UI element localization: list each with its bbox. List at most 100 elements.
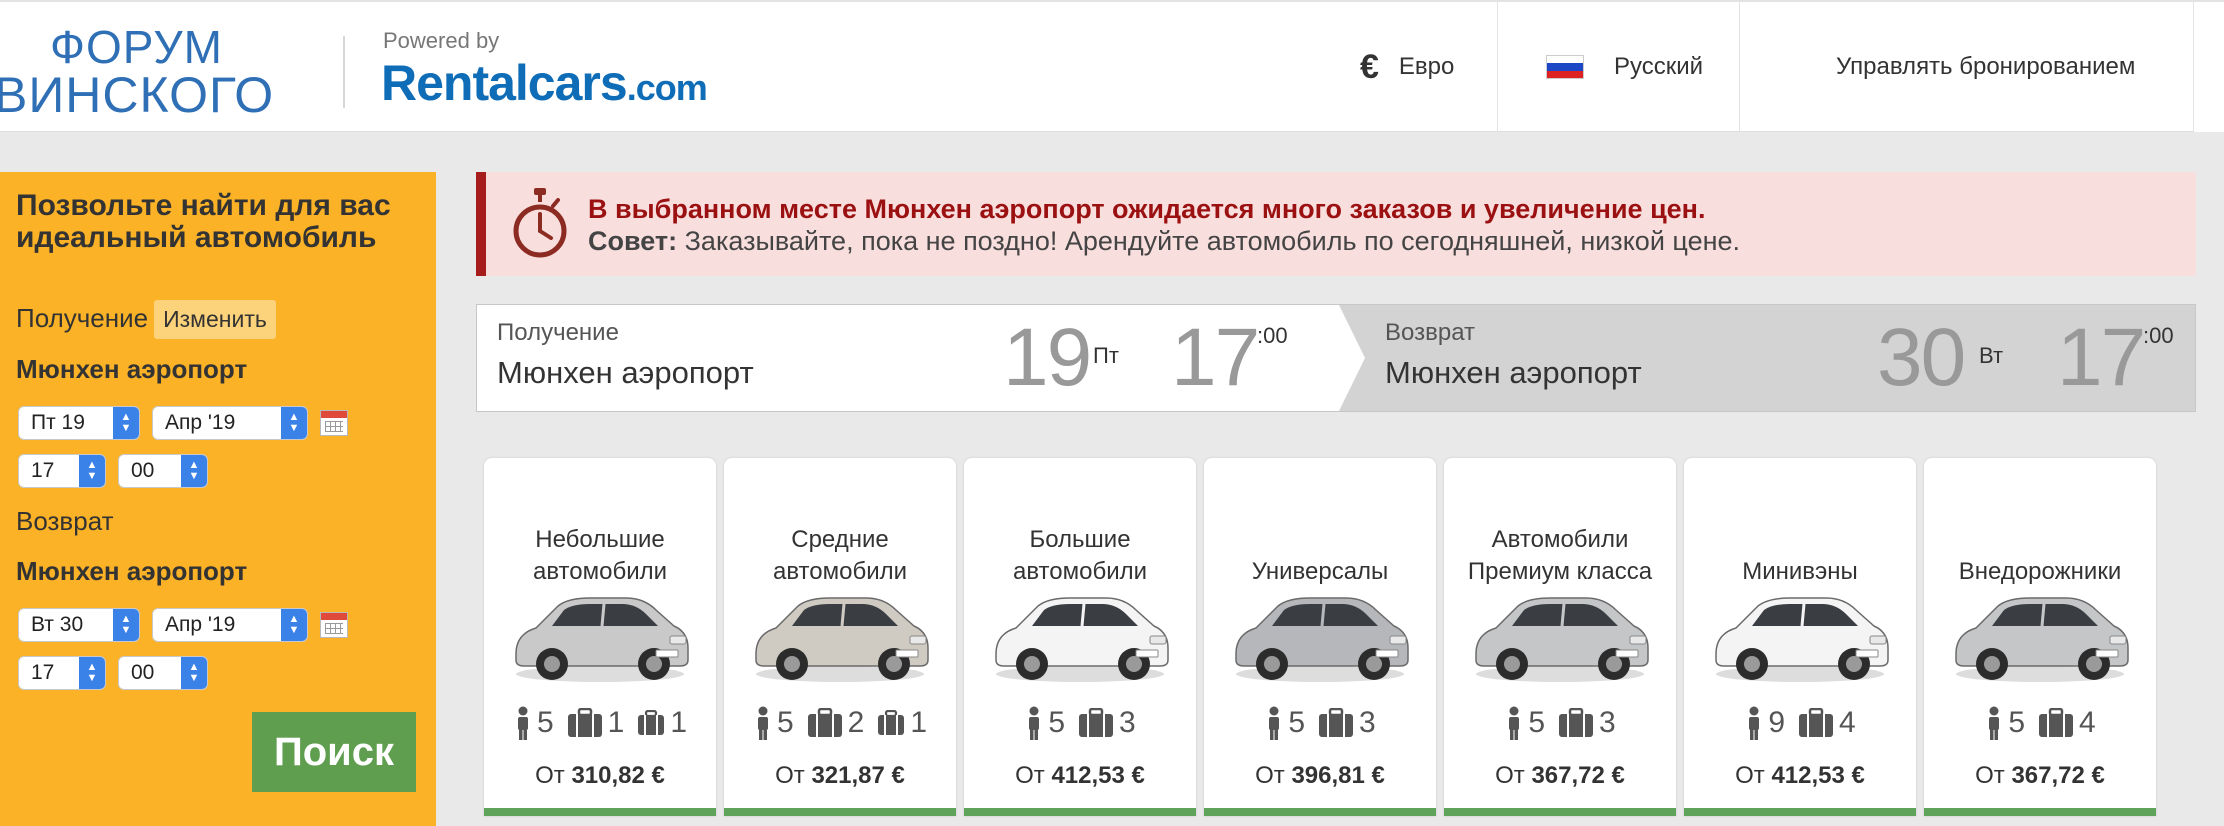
pickup-minute-select[interactable]: 00 ▲ ▼: [118, 454, 208, 488]
rentalcars-logo[interactable]: Rentalcars.com: [381, 54, 708, 112]
forum-logo-line2: ВИНСКОГО: [0, 67, 275, 123]
euro-icon: €: [1360, 47, 1379, 86]
forum-logo[interactable]: ФОРУМ ВИНСКОГО: [0, 24, 304, 120]
car-specs: 5 1 1: [484, 706, 716, 740]
seats-spec-value: 5: [1528, 706, 1545, 739]
large-bags-spec: 3: [1317, 706, 1376, 740]
pickup-summary-hour: 17: [1171, 312, 1260, 403]
header-edge: [2193, 2, 2224, 132]
pickup-hour-select[interactable]: 17 ▲ ▼: [18, 454, 106, 488]
car-category-name: Минивэны: [1742, 558, 1858, 585]
price-amount: 412,53 €: [1771, 762, 1865, 789]
return-summary-weekday: Вт: [1979, 343, 2004, 368]
pickup-summary-minutes: :00: [1257, 323, 1288, 348]
return-minute-select[interactable]: 00 ▲ ▼: [118, 656, 208, 690]
select-arrows-icon: ▲ ▼: [79, 455, 105, 487]
car-specs: 5 2 1: [724, 706, 956, 740]
car-image: [755, 597, 929, 682]
small-bags-spec-value: 1: [670, 706, 688, 739]
seats-spec: 9: [1744, 706, 1785, 740]
pickup-summary-day: 19: [1003, 312, 1092, 403]
return-label: Возврат: [16, 506, 114, 536]
car-specs: 54: [1924, 706, 2156, 740]
return-summary-place: Мюнхен аэропорт: [1385, 355, 1642, 390]
pickup-day-select[interactable]: Пт 19 ▲ ▼: [18, 406, 140, 440]
passenger-icon: [1744, 706, 1764, 740]
large-bags-spec-value: 3: [1119, 706, 1136, 739]
large-bag-icon: [1077, 708, 1115, 738]
large-bag-icon: [1317, 708, 1355, 738]
price-amount: 396,81 €: [1291, 762, 1385, 789]
price-prefix: От: [775, 762, 805, 789]
passenger-icon: [1504, 706, 1524, 740]
change-button[interactable]: Изменить: [154, 300, 276, 339]
seats-spec-value: 5: [1288, 706, 1305, 739]
seats-spec-value: 5: [2008, 706, 2025, 739]
calendar-icon[interactable]: [320, 410, 348, 436]
car-specs: 53: [964, 706, 1196, 740]
car-image: [995, 597, 1169, 682]
large-bags-spec: 1: [566, 706, 625, 740]
large-bags-spec-value: 1: [607, 706, 625, 739]
car-category-card[interactable]: Минивэны 9 4 От 412,53 €: [1684, 458, 1916, 816]
car-category-name: Большие автомобили: [1012, 526, 1148, 585]
large-bag-icon: [1557, 708, 1595, 738]
car-category-card[interactable]: Внедорожники 5 4 От 367,72 €: [1924, 458, 2156, 816]
currency-label: Евро: [1398, 53, 1455, 80]
return-hour-select[interactable]: 17 ▲ ▼: [18, 656, 106, 690]
price-prefix: От: [1255, 762, 1285, 789]
car-category-card[interactable]: Большие автомобили 5 3 От 412,53 €: [964, 458, 1196, 816]
car-category-name: Автомобили Премиум класса: [1467, 526, 1653, 585]
price-amount: 321,87 €: [811, 762, 905, 789]
return-minute-value: 00: [131, 661, 155, 684]
car-category-name: Внедорожники: [1958, 558, 2122, 585]
price-prefix: От: [1495, 762, 1525, 789]
pickup-minute-value: 00: [131, 459, 155, 482]
language-selector[interactable]: Русский: [1498, 2, 1740, 132]
car-category-card[interactable]: Автомобили Премиум класса 5 3 От 367,72 €: [1444, 458, 1676, 816]
return-day-value: Вт 30: [31, 613, 84, 636]
pickup-month-select[interactable]: Апр '19 ▲ ▼: [152, 406, 308, 440]
pickup-summary[interactable]: Получение Мюнхен аэропорт 19 Пт 17 :00: [477, 305, 1365, 411]
pickup-row: Получение Изменить: [16, 300, 276, 339]
car-category-card[interactable]: Универсалы 5 3 От 396,81 €: [1204, 458, 1436, 816]
manage-booking-link[interactable]: Управлять бронированием: [1740, 2, 2224, 132]
car-category-card[interactable]: Средние автомобили 5 2 1 От 321,87 €: [724, 458, 956, 816]
stopwatch-icon: [513, 188, 567, 258]
price-amount: 310,82 €: [571, 762, 665, 789]
pickup-summary-place: Мюнхен аэропорт: [497, 355, 754, 390]
car-category-card[interactable]: Небольшие автомобили 5 1 1 От 310,82 €: [484, 458, 716, 816]
large-bags-spec: 3: [1077, 706, 1136, 740]
pickup-day-value: Пт 19: [31, 411, 85, 434]
passenger-icon: [1264, 706, 1284, 740]
select-arrows-icon: ▲ ▼: [281, 609, 307, 641]
rentalcars-logo-text: Rentalcars: [381, 55, 628, 111]
calendar-icon[interactable]: [320, 612, 348, 638]
car-price: От 367,72 €: [1444, 762, 1676, 790]
sidebar-title: Позвольте найти для вас идеальный автомо…: [16, 189, 391, 254]
currency-selector[interactable]: € Евро: [1330, 2, 1498, 132]
russian-flag-icon: [1546, 55, 1584, 79]
car-price: От 367,72 €: [1924, 762, 2156, 790]
return-day-select[interactable]: Вт 30 ▲ ▼: [18, 608, 140, 642]
return-summary-day: 30: [1877, 312, 1966, 403]
large-bags-spec: 3: [1557, 706, 1616, 740]
select-arrows-icon: ▲ ▼: [181, 455, 207, 487]
large-bags-spec: 4: [1797, 706, 1856, 740]
car-image: [1235, 597, 1409, 682]
car-image: [1955, 597, 2129, 682]
dates-summary[interactable]: Получение Мюнхен аэропорт 19 Пт 17 :00 В…: [476, 304, 2196, 412]
search-button[interactable]: Поиск: [252, 712, 416, 792]
return-hour-value: 17: [31, 661, 55, 684]
return-month-select[interactable]: Апр '19 ▲ ▼: [152, 608, 308, 642]
pickup-summary-weekday: Пт: [1093, 343, 1119, 368]
car-specs: 53: [1444, 706, 1676, 740]
passenger-icon: [513, 706, 533, 740]
select-arrows-icon: ▲ ▼: [281, 407, 307, 439]
price-prefix: От: [535, 762, 565, 789]
demand-alert: В выбранном месте Мюнхен аэропорт ожидае…: [476, 172, 2196, 276]
powered-by-text: Powered by: [383, 28, 500, 53]
seats-spec: 5: [1264, 706, 1305, 740]
language-label: Русский: [1614, 53, 1704, 80]
large-bags-spec: 4: [2037, 706, 2096, 740]
